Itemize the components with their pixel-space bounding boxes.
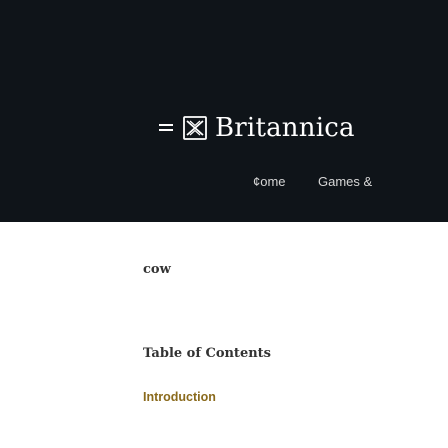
nav-item-home[interactable]: ¢ome <box>253 170 286 194</box>
hamburger-menu-icon-line <box>159 129 173 131</box>
britannica-thistle-logo-icon <box>183 116 207 140</box>
article-content: cow Table of Contents Introduction <box>0 222 448 448</box>
nav-item-games[interactable]: Games & <box>318 170 372 194</box>
toc-heading: Table of Contents <box>143 346 271 361</box>
menu-button[interactable] <box>155 118 177 138</box>
article-topic-title: cow <box>143 262 171 277</box>
site-header: Britannica ¢ome Games & <box>0 0 448 222</box>
logo-bar: Britannica <box>0 108 448 148</box>
top-navigation: ¢ome Games & <box>0 170 448 194</box>
toc-item-introduction[interactable]: Introduction <box>143 390 216 404</box>
brand-name: Britannica <box>215 113 355 143</box>
hamburger-menu-icon <box>159 124 173 126</box>
